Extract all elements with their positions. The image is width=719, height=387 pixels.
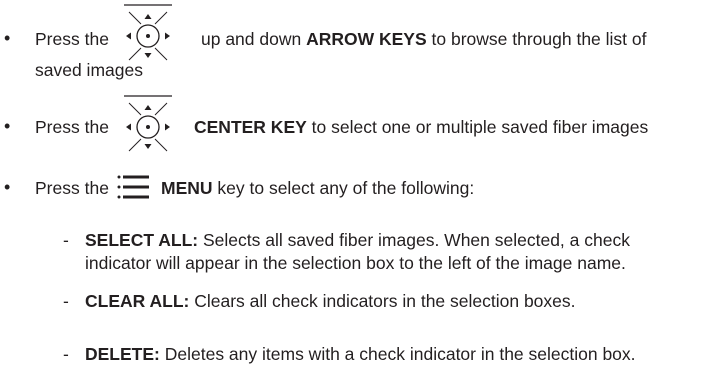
option-description: Clears all check indicators in the selec… xyxy=(189,291,576,311)
bullet-marker: • xyxy=(4,177,11,197)
bullet-text-menu: MENU key to select any of the following: xyxy=(161,177,474,199)
option-label: CLEAR ALL: xyxy=(85,291,190,311)
bullet-marker: • xyxy=(4,116,11,136)
dash-marker: - xyxy=(63,291,69,311)
bullet-text-before: up and down xyxy=(201,29,307,49)
bullet-text-arrow-keys: up and down ARROW KEYS to browse through… xyxy=(201,28,647,50)
menu-option-clear-all: CLEAR ALL: Clears all check indicators i… xyxy=(85,290,576,312)
bullet-marker: • xyxy=(4,28,11,48)
bullet-bold-term: CENTER KEY xyxy=(194,117,307,137)
bullet-bold-term: ARROW KEYS xyxy=(306,29,427,49)
bullet-text-after: key to select any of the following: xyxy=(212,178,475,198)
bullet-bold-term: MENU xyxy=(161,178,213,198)
bullet-item-arrow-keys: Press the xyxy=(35,28,109,50)
dash-marker: - xyxy=(63,344,69,364)
arrow-keypad-icon xyxy=(124,95,172,152)
bullet-prefix: Press the xyxy=(35,178,109,198)
bullet-prefix: Press the xyxy=(35,29,109,49)
option-label: SELECT ALL: xyxy=(85,230,199,250)
option-description: Selects all saved fiber images. When sel… xyxy=(198,230,630,250)
bullet-text-after: to select one or multiple saved fiber im… xyxy=(306,117,649,137)
bullet-text-after: to browse through the list of xyxy=(426,29,647,49)
bullet-continuation: saved images xyxy=(35,60,143,80)
menu-option-select-all: SELECT ALL: Selects all saved fiber imag… xyxy=(85,229,630,251)
option-label: DELETE: xyxy=(85,344,160,364)
bullet-text-center-key: CENTER KEY to select one or multiple sav… xyxy=(194,116,648,138)
bullet-prefix: Press the xyxy=(35,117,109,137)
menu-icon xyxy=(117,175,149,199)
option-description: Deletes any items with a check indicator… xyxy=(159,344,636,364)
option-description-continuation: indicator will appear in the selection b… xyxy=(85,253,626,273)
dash-marker: - xyxy=(63,230,69,250)
bullet-item-center-key: Press the xyxy=(35,116,109,138)
bullet-item-menu: Press the xyxy=(35,177,109,199)
menu-option-delete: DELETE: Deletes any items with a check i… xyxy=(85,343,636,365)
